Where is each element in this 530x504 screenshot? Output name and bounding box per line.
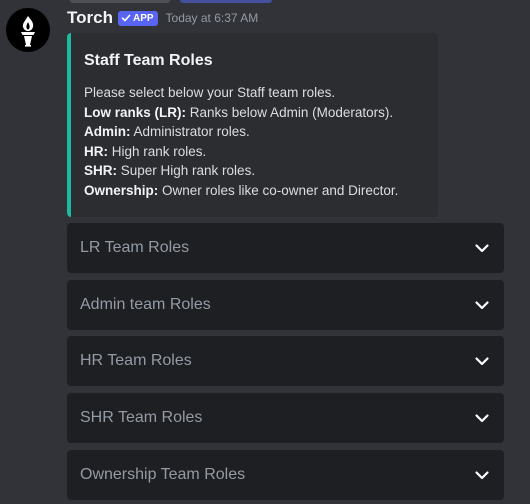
embed-line: Ownership: Owner roles like co-owner and… (84, 181, 398, 201)
embed-term: Low ranks (LR): (84, 104, 187, 120)
previous-message-fragment (180, 0, 272, 3)
embed-term-desc: Super High rank roles. (117, 163, 256, 179)
embed: Staff Team Roles Please select below you… (67, 33, 438, 217)
chevron-down-icon (473, 466, 491, 484)
embed-title: Staff Team Roles (84, 52, 213, 69)
select-placeholder: HR Team Roles (80, 352, 192, 369)
chevron-down-icon (473, 296, 491, 314)
message-header: Torch APP Today at 6:37 AM (67, 6, 258, 30)
embed-description: Please select below your Staff team role… (84, 83, 398, 201)
torch-icon (21, 16, 35, 47)
verified-check-icon (121, 14, 131, 22)
select-placeholder: SHR Team Roles (80, 409, 203, 426)
embed-term: HR: (84, 143, 108, 159)
select-shr-team-roles[interactable]: SHR Team Roles (67, 393, 504, 443)
select-placeholder: Ownership Team Roles (80, 466, 246, 483)
app-badge: APP (117, 10, 158, 26)
select-admin-team-roles[interactable]: Admin team Roles (67, 280, 504, 330)
username[interactable]: Torch (67, 8, 113, 28)
chevron-down-icon (473, 239, 491, 257)
embed-term-desc: Owner roles like co-owner and Director. (158, 182, 399, 198)
embed-term-desc: High rank roles. (108, 143, 207, 159)
select-placeholder: LR Team Roles (80, 239, 190, 256)
timestamp[interactable]: Today at 6:37 AM (166, 11, 259, 25)
select-hr-team-roles[interactable]: HR Team Roles (67, 336, 504, 386)
embed-line: Low ranks (LR): Ranks below Admin (Moder… (84, 103, 398, 123)
embed-line: HR: High rank roles. (84, 142, 398, 162)
select-placeholder: Admin team Roles (80, 296, 211, 313)
embed-term-desc: Administrator roles. (130, 124, 250, 140)
embed-line: SHR: Super High rank roles. (84, 161, 398, 181)
app-badge-label: APP (132, 12, 154, 24)
chevron-down-icon (473, 409, 491, 427)
embed-term: Ownership: (84, 182, 159, 198)
avatar[interactable] (6, 8, 50, 52)
previous-message-edge (70, 0, 290, 3)
embed-intro: Please select below your Staff team role… (84, 85, 336, 100)
embed-term-desc: Ranks below Admin (Moderators). (186, 104, 394, 120)
select-lr-team-roles[interactable]: LR Team Roles (67, 223, 504, 273)
select-ownership-team-roles[interactable]: Ownership Team Roles (67, 450, 504, 500)
embed-term: SHR: (84, 163, 117, 179)
previous-message-fragment (70, 0, 170, 3)
embed-line: Admin: Administrator roles. (84, 122, 398, 142)
embed-term: Admin: (84, 124, 131, 140)
chevron-down-icon (473, 352, 491, 370)
embed-accent-bar (67, 33, 71, 217)
